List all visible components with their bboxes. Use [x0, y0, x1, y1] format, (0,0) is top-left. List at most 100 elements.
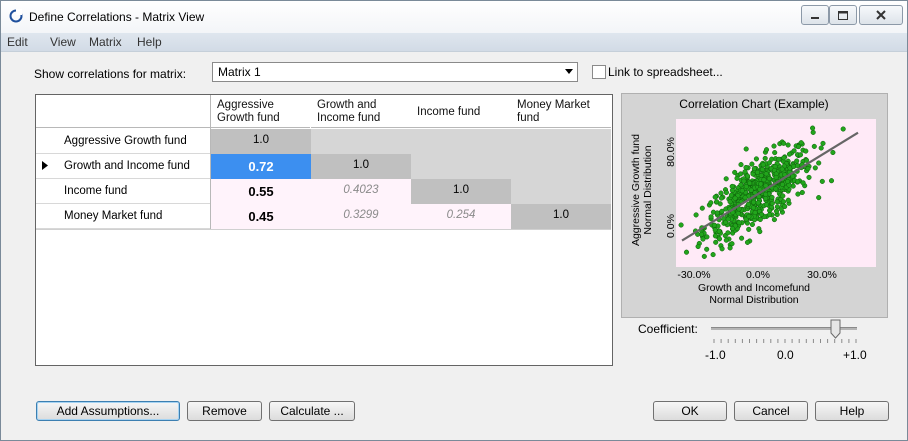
scatter-point [739, 188, 745, 194]
menu-help[interactable]: Help [137, 35, 162, 49]
scatter-point [725, 216, 731, 222]
scatter-point [742, 169, 748, 175]
matrix-cell-empty-upper [411, 154, 611, 179]
column-header-line: Income fund [317, 112, 381, 124]
scatter-point [714, 210, 720, 216]
scatter-point [743, 164, 749, 171]
scatter-point [840, 126, 846, 132]
slider-min-label: -1.0 [705, 348, 726, 362]
slider-mid-label: 0.0 [777, 348, 794, 362]
scatter-point [719, 208, 725, 214]
scatter-point [791, 148, 797, 154]
remove-button[interactable]: Remove [187, 401, 262, 421]
scatter-point [800, 180, 806, 186]
row-header-money-market[interactable]: Money Market fund [36, 204, 210, 229]
help-button[interactable]: Help [815, 401, 889, 421]
scatter-point [795, 191, 801, 197]
matrix-cell-calculated[interactable]: 0.3299 [311, 204, 411, 229]
scatter-point [710, 252, 716, 258]
x-tick-label: -30.0% [677, 269, 710, 281]
y-axis-label: Aggressive Growth fund [630, 134, 642, 246]
grid-divider [210, 95, 211, 229]
matrix-select[interactable]: Matrix 1 [212, 62, 578, 82]
scatter-point [806, 174, 812, 180]
row-header-growth-income[interactable]: Growth and Income fund [36, 154, 210, 179]
scatter-point [773, 208, 780, 214]
row-header-label: Growth and Income fund [64, 160, 190, 172]
link-spreadsheet-checkbox[interactable] [592, 65, 606, 79]
add-assumptions-button[interactable]: Add Assumptions... [36, 401, 180, 421]
grid-divider [36, 229, 611, 230]
scatter-point [729, 187, 735, 193]
scatter-point [810, 125, 816, 131]
column-header-money-market[interactable]: Money Market fund [511, 95, 611, 128]
column-header-income[interactable]: Income fund [411, 95, 511, 128]
column-header-growth-income[interactable]: Growth and Income fund [311, 95, 411, 128]
x-axis-label: Growth and Incomefund [698, 282, 810, 294]
scatter-point [712, 233, 718, 239]
correlation-chart: Correlation Chart (Example) -30.0% 0.0% … [630, 97, 876, 306]
scatter-point [708, 214, 714, 220]
scatter-point [778, 206, 784, 212]
cancel-button[interactable]: Cancel [734, 401, 808, 421]
scatter-point [743, 184, 749, 190]
scatter-point [751, 166, 757, 172]
menu-view[interactable]: View [50, 35, 76, 49]
scatter-point [739, 235, 745, 241]
scatter-point [820, 140, 826, 146]
scatter-point [730, 226, 736, 232]
scatter-point [744, 239, 751, 245]
scatter-point [819, 178, 825, 184]
coefficient-slider-thumb[interactable] [830, 319, 841, 339]
column-header-line: Money Market [517, 99, 590, 111]
row-header-aggressive-growth[interactable]: Aggressive Growth fund [36, 129, 210, 154]
scatter-point [760, 162, 766, 168]
scatter-point [712, 227, 718, 233]
matrix-cell-selected[interactable]: 0.72 [211, 154, 311, 179]
scatter-point [749, 221, 755, 228]
scatter-point [741, 178, 747, 184]
matrix-cell-diagonal: 1.0 [311, 154, 411, 179]
x-tick-label: 0.0% [746, 269, 770, 281]
slider-ticks [713, 339, 857, 343]
scatter-point [755, 200, 761, 206]
scatter-point [773, 174, 779, 180]
close-window-button[interactable] [859, 5, 903, 25]
matrix-cell-diagonal: 1.0 [211, 129, 311, 154]
scatter-point [749, 161, 755, 167]
column-header-line: fund [517, 112, 540, 124]
scatter-point [763, 191, 769, 197]
scatter-point [790, 183, 796, 189]
slider-max-label: +1.0 [843, 348, 867, 362]
maximize-button[interactable] [829, 5, 857, 25]
calculate-button[interactable]: Calculate ... [269, 401, 355, 421]
matrix-cell-coefficient[interactable]: 0.55 [211, 179, 311, 204]
scatter-point [699, 231, 705, 237]
scatter-point [752, 210, 758, 216]
scatter-point [704, 246, 710, 252]
menu-matrix[interactable]: Matrix [89, 35, 122, 49]
scatter-point [816, 160, 822, 166]
matrix-cell-calculated[interactable]: 0.254 [411, 204, 511, 229]
coefficient-label: Coefficient: [638, 322, 698, 336]
minimize-button[interactable] [801, 5, 829, 25]
matrix-cell-calculated[interactable]: 0.4023 [311, 179, 411, 204]
window-title: Define Correlations - Matrix View [29, 10, 205, 24]
scatter-point [723, 176, 729, 182]
scatter-point [776, 156, 782, 162]
scatter-point [758, 211, 765, 218]
scatter-point [786, 151, 793, 157]
scatter-point [763, 202, 769, 208]
menu-edit[interactable]: Edit [7, 35, 28, 49]
matrix-cell-empty-upper [311, 129, 611, 154]
column-header-aggressive-growth[interactable]: Aggressive Growth fund [211, 95, 310, 128]
scatter-point [762, 155, 768, 161]
scatter-point [830, 149, 836, 156]
scatter-point [719, 246, 725, 252]
ok-button[interactable]: OK [653, 401, 727, 421]
scatter-point [785, 142, 791, 148]
row-header-income[interactable]: Income fund [36, 179, 210, 204]
matrix-cell-coefficient[interactable]: 0.45 [211, 204, 311, 229]
scatter-point [725, 230, 731, 236]
matrix-cell-empty-upper [511, 179, 611, 204]
